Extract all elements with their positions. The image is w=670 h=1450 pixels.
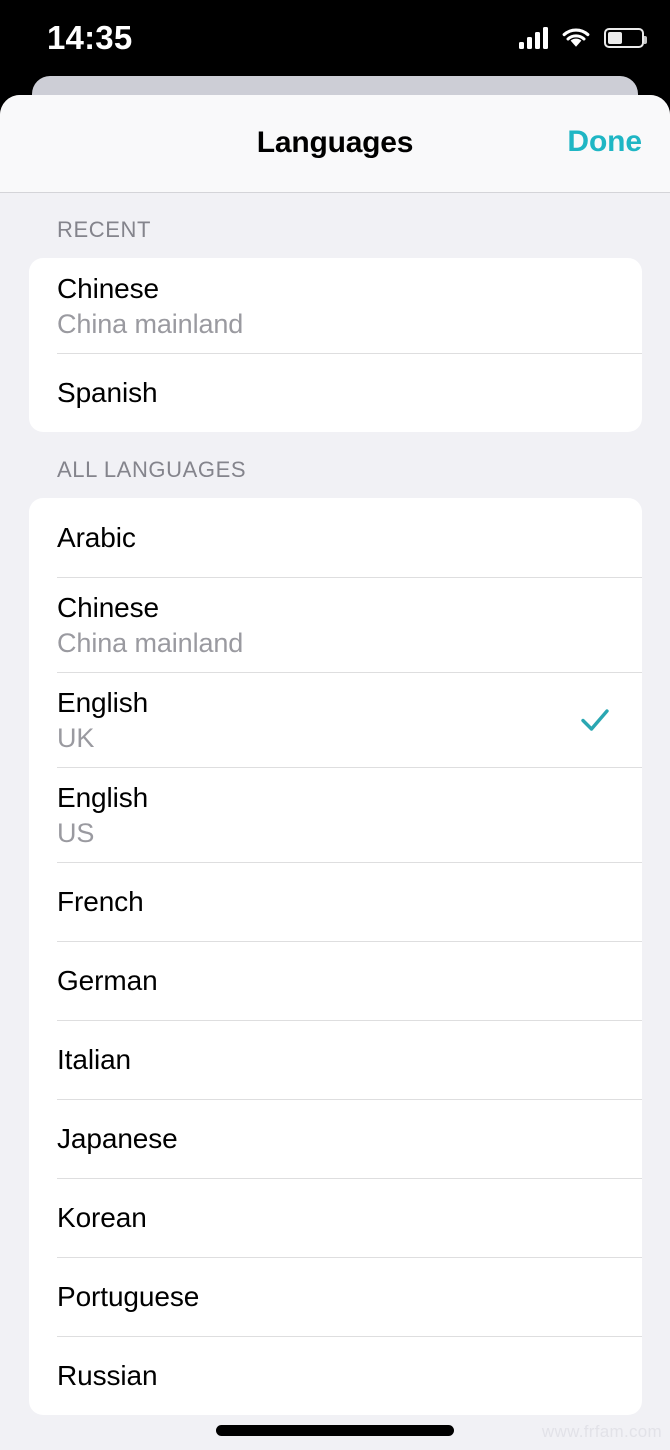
done-button[interactable]: Done bbox=[567, 125, 642, 159]
language-name: Japanese bbox=[57, 1122, 178, 1154]
language-name: Spanish bbox=[57, 376, 158, 408]
cellular-bars-icon bbox=[519, 27, 548, 49]
phone-screen: 14:35 Languages Done RECENT Chinese Chin… bbox=[0, 0, 670, 1450]
sheet-navbar: Languages Done bbox=[0, 95, 670, 193]
language-name: Russian bbox=[57, 1359, 158, 1391]
list-item[interactable]: Japanese bbox=[29, 1099, 642, 1178]
list-item[interactable]: Arabic bbox=[29, 498, 642, 577]
wifi-icon bbox=[562, 28, 590, 47]
list-item[interactable]: Portuguese bbox=[29, 1257, 642, 1336]
language-region: UK bbox=[57, 722, 95, 753]
all-languages-card: Arabic Chinese China mainland English UK… bbox=[29, 498, 642, 1415]
language-name: Chinese bbox=[57, 591, 160, 623]
recent-languages-card: Chinese China mainland Spanish bbox=[29, 258, 642, 432]
home-indicator[interactable] bbox=[216, 1425, 454, 1436]
status-indicators bbox=[519, 22, 647, 54]
list-item[interactable]: Korean bbox=[29, 1178, 642, 1257]
status-time: 14:35 bbox=[47, 19, 133, 56]
list-item-selected[interactable]: English UK bbox=[29, 672, 642, 767]
language-name: French bbox=[57, 885, 144, 917]
languages-sheet: Languages Done RECENT Chinese China main… bbox=[0, 95, 670, 1450]
language-name: Portuguese bbox=[57, 1280, 200, 1312]
checkmark-icon bbox=[581, 708, 609, 731]
language-name: Arabic bbox=[57, 521, 136, 553]
language-name: Korean bbox=[57, 1201, 147, 1233]
section-header-recent: RECENT bbox=[57, 217, 152, 242]
language-region: US bbox=[57, 817, 95, 848]
list-item[interactable]: Italian bbox=[29, 1020, 642, 1099]
language-name: German bbox=[57, 964, 158, 996]
list-item[interactable]: Chinese China mainland bbox=[29, 577, 642, 672]
language-name: Chinese bbox=[57, 272, 160, 304]
language-region: China mainland bbox=[57, 308, 244, 339]
list-item[interactable]: French bbox=[29, 862, 642, 941]
language-name: Italian bbox=[57, 1043, 132, 1075]
list-item[interactable]: Spanish bbox=[29, 353, 642, 432]
languages-list-scroll[interactable]: RECENT Chinese China mainland Spanish AL… bbox=[0, 194, 670, 1450]
list-item[interactable]: Russian bbox=[29, 1336, 642, 1415]
status-bar: 14:35 bbox=[0, 0, 670, 76]
list-item[interactable]: Chinese China mainland bbox=[29, 258, 642, 353]
list-item[interactable]: German bbox=[29, 941, 642, 1020]
watermark: www.frfam.com bbox=[541, 1422, 662, 1441]
list-item[interactable]: English US bbox=[29, 767, 642, 862]
language-region: China mainland bbox=[57, 627, 244, 658]
battery-icon bbox=[604, 28, 647, 48]
language-name: English bbox=[57, 781, 149, 813]
language-name: English bbox=[57, 686, 149, 718]
section-header-all-languages: ALL LANGUAGES bbox=[57, 457, 247, 482]
